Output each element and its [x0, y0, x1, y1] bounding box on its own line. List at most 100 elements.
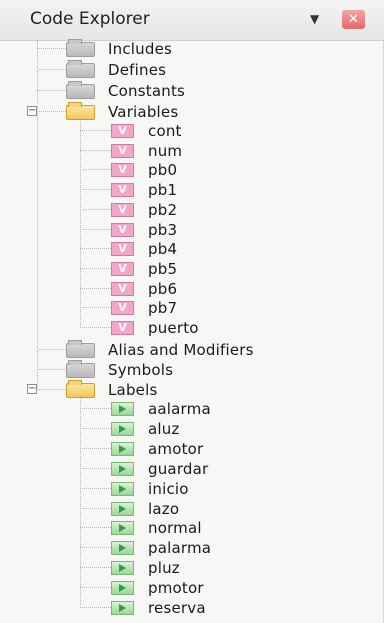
tree-guide-line: [80, 467, 111, 469]
tree-item-label: Constants: [108, 82, 186, 100]
tree-item-label: pb5: [148, 259, 178, 278]
tree-item-label: puerto: [148, 319, 199, 337]
variable-item-puerto[interactable]: Vpuerto: [111, 318, 199, 338]
tree-item-label: reserva: [148, 599, 206, 617]
tree-guide-line: [37, 369, 66, 370]
variable-item-pb0[interactable]: Vpb0: [111, 160, 177, 180]
variable-item-cont[interactable]: Vcont: [111, 121, 182, 141]
code-explorer-panel: Code Explorer ▼ ✕ Includes Defines Const…: [0, 0, 384, 623]
tree-item-label: Symbols: [108, 361, 174, 379]
folder-icon: [66, 38, 95, 57]
tree-item-alias-modifiers[interactable]: Alias and Modifiers: [66, 339, 254, 360]
tree-guide-line: [80, 287, 111, 289]
label-icon: [111, 601, 134, 615]
code-explorer-tree: Includes Defines Constants − Variables V…: [0, 0, 384, 623]
tree-item-constants[interactable]: Constants: [66, 80, 186, 101]
variable-item-pb4[interactable]: Vpb4: [111, 239, 177, 259]
folder-open-icon: [66, 101, 95, 120]
tree-guide-line: [80, 149, 111, 151]
label-item-guardar[interactable]: guardar: [111, 459, 208, 479]
tree-item-includes[interactable]: Includes: [66, 38, 173, 59]
tree-item-label: pb0: [148, 161, 178, 180]
label-item-normal[interactable]: normal: [111, 518, 202, 538]
variables-collapse-toggle[interactable]: −: [27, 106, 37, 116]
variable-icon: V: [111, 261, 134, 276]
variable-item-pb1[interactable]: Vpb1: [111, 180, 177, 200]
variable-item-pb7[interactable]: Vpb7: [111, 298, 177, 318]
label-icon: [111, 561, 134, 576]
label-icon: [111, 541, 134, 556]
variable-icon: V: [111, 183, 134, 198]
variable-item-pb2[interactable]: Vpb2: [111, 200, 177, 220]
tree-guide-line: [80, 228, 111, 230]
variable-icon: V: [111, 301, 134, 316]
tree-item-label: pb6: [148, 279, 178, 298]
labels-collapse-toggle[interactable]: −: [27, 384, 37, 394]
variable-icon: V: [111, 202, 134, 217]
tree-item-variables[interactable]: Variables: [66, 101, 178, 122]
variable-icon: V: [111, 163, 134, 178]
tree-guide-line: [80, 307, 111, 309]
tree-item-label: pb7: [148, 299, 178, 318]
label-item-aalarma[interactable]: aalarma: [111, 399, 211, 419]
label-icon: [111, 402, 134, 416]
tree-guide-line: [80, 487, 111, 489]
variable-item-num[interactable]: Vnum: [111, 141, 182, 161]
tree-item-label: lazo: [148, 499, 180, 518]
tree-guide-line: [80, 395, 81, 605]
label-icon: [111, 441, 134, 456]
tree-guide-line: [80, 189, 111, 191]
tree-guide-line: [80, 208, 111, 210]
tree-guide-line: [80, 507, 111, 509]
tree-item-label: pb3: [148, 220, 178, 239]
label-item-pluz[interactable]: pluz: [111, 558, 180, 578]
tree-item-symbols[interactable]: Symbols: [66, 359, 174, 380]
tree-guide-line: [80, 169, 111, 171]
label-item-amotor[interactable]: amotor: [111, 439, 203, 459]
tree-item-label: pb1: [148, 181, 178, 200]
tree-guide-line: [37, 90, 66, 91]
folder-open-icon: [66, 379, 95, 398]
tree-guide-line: [37, 48, 66, 49]
variable-icon: V: [111, 242, 134, 257]
tree-item-defines[interactable]: Defines: [66, 59, 166, 80]
label-icon: [111, 521, 134, 536]
tree-guide-line: [80, 587, 111, 589]
variable-icon: V: [111, 143, 134, 158]
label-item-aluz[interactable]: aluz: [111, 419, 180, 439]
tree-item-label: pb2: [148, 200, 178, 219]
tree-guide-line: [80, 116, 81, 326]
variable-item-pb6[interactable]: Vpb6: [111, 279, 177, 299]
label-icon: [111, 481, 134, 496]
label-item-pmotor[interactable]: pmotor: [111, 578, 204, 598]
variable-item-pb5[interactable]: Vpb5: [111, 259, 177, 279]
label-item-reserva[interactable]: reserva: [111, 598, 206, 618]
label-item-inicio[interactable]: inicio: [111, 479, 189, 499]
tree-item-label: aalarma: [148, 400, 211, 418]
label-icon: [111, 421, 134, 436]
tree-item-label: aluz: [148, 419, 180, 438]
tree-item-label: Includes: [108, 40, 173, 58]
tree-item-labels[interactable]: Labels: [66, 379, 157, 400]
variable-icon: V: [111, 321, 134, 335]
variable-item-pb3[interactable]: Vpb3: [111, 220, 177, 240]
tree-guide-line: [37, 111, 66, 112]
tree-item-label: pmotor: [148, 579, 204, 598]
tree-guide-line: [80, 130, 111, 131]
tree-guide-line: [80, 527, 111, 529]
folder-icon: [66, 339, 95, 358]
tree-item-label: palarma: [148, 539, 212, 558]
tree-item-label: guardar: [148, 459, 209, 478]
variable-icon: V: [111, 222, 134, 237]
tree-item-label: Alias and Modifiers: [108, 341, 254, 359]
tree-item-label: normal: [148, 519, 202, 538]
label-item-palarma[interactable]: palarma: [111, 538, 211, 558]
tree-guide-line: [80, 567, 111, 569]
label-item-lazo[interactable]: lazo: [111, 499, 179, 519]
folder-icon: [66, 59, 95, 78]
tree-guide-line: [37, 349, 66, 350]
variable-icon: V: [111, 281, 134, 296]
tree-guide-line: [80, 427, 111, 429]
folder-icon: [66, 80, 95, 99]
tree-guide-line: [80, 248, 111, 250]
